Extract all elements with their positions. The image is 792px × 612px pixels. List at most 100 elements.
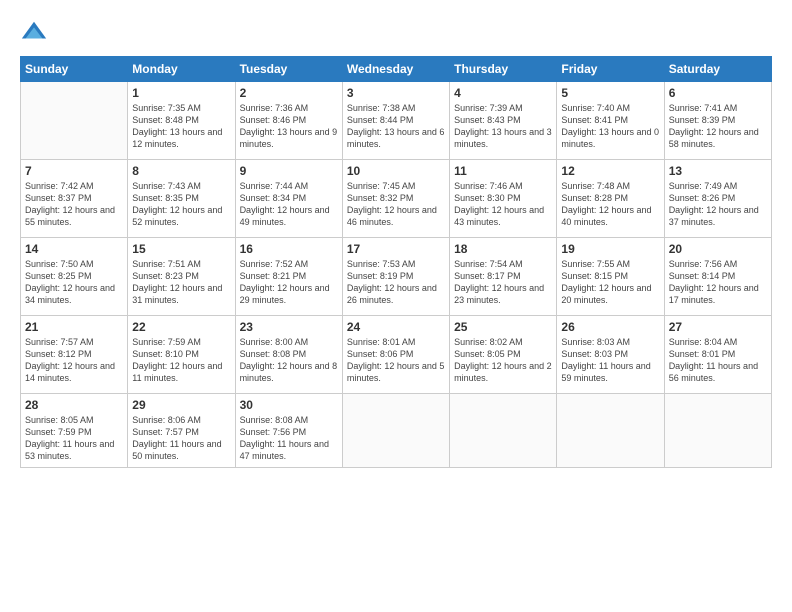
week-row-0: 1 Sunrise: 7:35 AMSunset: 8:48 PMDaylight… [21, 82, 772, 160]
cell-info: Sunrise: 7:40 AMSunset: 8:41 PMDaylight:… [561, 102, 659, 151]
day-number: 10 [347, 164, 445, 178]
calendar-cell: 5Sunrise: 7:40 AMSunset: 8:41 PMDaylight… [557, 82, 664, 160]
day-number: 20 [669, 242, 767, 256]
cell-info: Sunrise: 7:59 AMSunset: 8:10 PMDaylight:… [132, 336, 230, 385]
cell-info: Sunrise: 8:03 AMSunset: 8:03 PMDaylight:… [561, 336, 659, 385]
week-row-4: 28 Sunrise: 8:05 AMSunset: 7:59 PMDayligh… [21, 394, 772, 468]
calendar-cell: 8Sunrise: 7:43 AMSunset: 8:35 PMDaylight… [128, 160, 235, 238]
logo [20, 18, 52, 46]
calendar-cell: 9 Sunrise: 7:44 AMSunset: 8:34 PMDaylight… [235, 160, 342, 238]
day-number: 14 [25, 242, 123, 256]
cell-info: Sunrise: 7:52 AMSunset: 8:21 PMDaylight:… [240, 258, 338, 307]
cell-info: Sunrise: 7:53 AMSunset: 8:19 PMDaylight:… [347, 258, 445, 307]
calendar-cell [664, 394, 771, 468]
calendar-cell: 24 Sunrise: 8:01 AMSunset: 8:06 PMDayligh… [342, 316, 449, 394]
cell-info: Sunrise: 8:01 AMSunset: 8:06 PMDaylight:… [347, 336, 445, 385]
cell-info: Sunrise: 8:06 AMSunset: 7:57 PMDaylight:… [132, 414, 230, 463]
day-number: 23 [240, 320, 338, 334]
day-number: 22 [132, 320, 230, 334]
calendar-cell: 4 Sunrise: 7:39 AMSunset: 8:43 PMDaylight… [450, 82, 557, 160]
day-number: 6 [669, 86, 767, 100]
calendar-cell [557, 394, 664, 468]
calendar-cell: 19Sunrise: 7:55 AMSunset: 8:15 PMDayligh… [557, 238, 664, 316]
cell-info: Sunrise: 7:44 AMSunset: 8:34 PMDaylight:… [240, 180, 338, 229]
day-number: 18 [454, 242, 552, 256]
calendar-cell: 29 Sunrise: 8:06 AMSunset: 7:57 PMDayligh… [128, 394, 235, 468]
day-number: 28 [25, 398, 123, 412]
cell-info: Sunrise: 7:49 AMSunset: 8:26 PMDaylight:… [669, 180, 767, 229]
cell-info: Sunrise: 7:45 AMSunset: 8:32 PMDaylight:… [347, 180, 445, 229]
calendar-cell: 15 Sunrise: 7:51 AMSunset: 8:23 PMDayligh… [128, 238, 235, 316]
cell-info: Sunrise: 7:50 AMSunset: 8:25 PMDaylight:… [25, 258, 123, 307]
day-number: 15 [132, 242, 230, 256]
calendar-header: SundayMondayTuesdayWednesdayThursdayFrid… [21, 57, 772, 82]
calendar-body: 1 Sunrise: 7:35 AMSunset: 8:48 PMDaylight… [21, 82, 772, 468]
header-cell-monday: Monday [128, 57, 235, 82]
header-row: SundayMondayTuesdayWednesdayThursdayFrid… [21, 57, 772, 82]
day-number: 3 [347, 86, 445, 100]
day-number: 9 [240, 164, 338, 178]
cell-info: Sunrise: 7:51 AMSunset: 8:23 PMDaylight:… [132, 258, 230, 307]
header-cell-wednesday: Wednesday [342, 57, 449, 82]
calendar-cell [450, 394, 557, 468]
calendar-cell [342, 394, 449, 468]
calendar-table: SundayMondayTuesdayWednesdayThursdayFrid… [20, 56, 772, 468]
day-number: 26 [561, 320, 659, 334]
header-cell-saturday: Saturday [664, 57, 771, 82]
logo-icon [20, 18, 48, 46]
calendar-cell: 1 Sunrise: 7:35 AMSunset: 8:48 PMDaylight… [128, 82, 235, 160]
cell-info: Sunrise: 7:35 AMSunset: 8:48 PMDaylight:… [132, 102, 230, 151]
cell-info: Sunrise: 7:41 AMSunset: 8:39 PMDaylight:… [669, 102, 767, 151]
header-cell-sunday: Sunday [21, 57, 128, 82]
cell-info: Sunrise: 8:05 AMSunset: 7:59 PMDaylight:… [25, 414, 123, 463]
cell-info: Sunrise: 7:38 AMSunset: 8:44 PMDaylight:… [347, 102, 445, 151]
calendar-cell: 16 Sunrise: 7:52 AMSunset: 8:21 PMDayligh… [235, 238, 342, 316]
cell-info: Sunrise: 7:56 AMSunset: 8:14 PMDaylight:… [669, 258, 767, 307]
day-number: 24 [347, 320, 445, 334]
day-number: 19 [561, 242, 659, 256]
calendar-cell: 27 Sunrise: 8:04 AMSunset: 8:01 PMDayligh… [664, 316, 771, 394]
header-cell-friday: Friday [557, 57, 664, 82]
day-number: 4 [454, 86, 552, 100]
header [20, 18, 772, 46]
day-number: 21 [25, 320, 123, 334]
day-number: 7 [25, 164, 123, 178]
day-number: 29 [132, 398, 230, 412]
calendar-cell: 13Sunrise: 7:49 AMSunset: 8:26 PMDayligh… [664, 160, 771, 238]
cell-info: Sunrise: 7:46 AMSunset: 8:30 PMDaylight:… [454, 180, 552, 229]
day-number: 27 [669, 320, 767, 334]
cell-info: Sunrise: 7:42 AMSunset: 8:37 PMDaylight:… [25, 180, 123, 229]
cell-info: Sunrise: 8:08 AMSunset: 7:56 PMDaylight:… [240, 414, 338, 463]
calendar-cell: 7 Sunrise: 7:42 AMSunset: 8:37 PMDaylight… [21, 160, 128, 238]
week-row-1: 7 Sunrise: 7:42 AMSunset: 8:37 PMDaylight… [21, 160, 772, 238]
day-number: 8 [132, 164, 230, 178]
day-number: 1 [132, 86, 230, 100]
cell-info: Sunrise: 7:54 AMSunset: 8:17 PMDaylight:… [454, 258, 552, 307]
calendar-cell: 26 Sunrise: 8:03 AMSunset: 8:03 PMDayligh… [557, 316, 664, 394]
day-number: 30 [240, 398, 338, 412]
cell-info: Sunrise: 8:00 AMSunset: 8:08 PMDaylight:… [240, 336, 338, 385]
week-row-2: 14 Sunrise: 7:50 AMSunset: 8:25 PMDayligh… [21, 238, 772, 316]
day-number: 11 [454, 164, 552, 178]
cell-info: Sunrise: 8:02 AMSunset: 8:05 PMDaylight:… [454, 336, 552, 385]
calendar-cell: 12 Sunrise: 7:48 AMSunset: 8:28 PMDayligh… [557, 160, 664, 238]
calendar-cell: 22 Sunrise: 7:59 AMSunset: 8:10 PMDayligh… [128, 316, 235, 394]
calendar-cell: 3 Sunrise: 7:38 AMSunset: 8:44 PMDaylight… [342, 82, 449, 160]
cell-info: Sunrise: 7:57 AMSunset: 8:12 PMDaylight:… [25, 336, 123, 385]
calendar-cell: 18 Sunrise: 7:54 AMSunset: 8:17 PMDayligh… [450, 238, 557, 316]
day-number: 12 [561, 164, 659, 178]
calendar-cell: 23 Sunrise: 8:00 AMSunset: 8:08 PMDayligh… [235, 316, 342, 394]
cell-info: Sunrise: 7:48 AMSunset: 8:28 PMDaylight:… [561, 180, 659, 229]
calendar-cell: 2Sunrise: 7:36 AMSunset: 8:46 PMDaylight… [235, 82, 342, 160]
day-number: 16 [240, 242, 338, 256]
cell-info: Sunrise: 7:36 AMSunset: 8:46 PMDaylight:… [240, 102, 338, 151]
cell-info: Sunrise: 7:39 AMSunset: 8:43 PMDaylight:… [454, 102, 552, 151]
calendar-cell: 10 Sunrise: 7:45 AMSunset: 8:32 PMDayligh… [342, 160, 449, 238]
day-number: 17 [347, 242, 445, 256]
calendar-cell: 28 Sunrise: 8:05 AMSunset: 7:59 PMDayligh… [21, 394, 128, 468]
cell-info: Sunrise: 8:04 AMSunset: 8:01 PMDaylight:… [669, 336, 767, 385]
header-cell-thursday: Thursday [450, 57, 557, 82]
calendar-cell: 20 Sunrise: 7:56 AMSunset: 8:14 PMDayligh… [664, 238, 771, 316]
calendar-cell [21, 82, 128, 160]
calendar-cell: 17 Sunrise: 7:53 AMSunset: 8:19 PMDayligh… [342, 238, 449, 316]
